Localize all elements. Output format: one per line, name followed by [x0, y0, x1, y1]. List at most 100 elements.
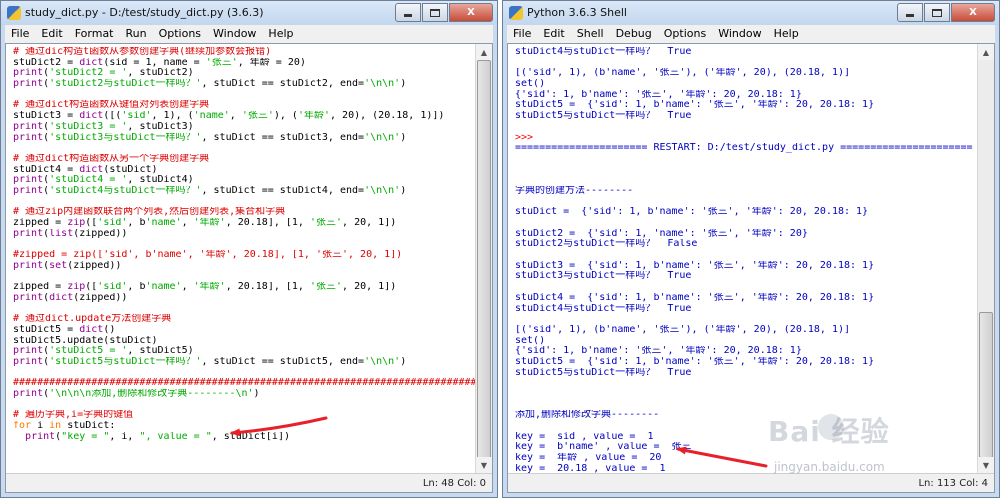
shell-scrollbar[interactable]: ▲ ▼: [977, 44, 994, 473]
code-token: '张三': [309, 282, 343, 293]
maximize-icon: [430, 8, 440, 17]
code-line: print('stuDict3与stuDict一样吗？', stuDict ==…: [13, 133, 475, 144]
shell-output-line: ====================== RESTART: D:/test/…: [515, 143, 973, 154]
code-token: 'sid': [97, 218, 128, 228]
shell-output-line: stuDict = {'sid': 1, b'name': '张三', '年龄'…: [515, 207, 869, 218]
editor-menu-format[interactable]: Format: [69, 25, 120, 43]
shell-prompt: >>>: [515, 132, 534, 143]
code-line: print('stuDict2 = ', stuDict2): [13, 68, 475, 79]
shell-close-button[interactable]: X: [951, 3, 995, 22]
editor-scroll-thumb[interactable]: [477, 60, 491, 460]
code-token: , 20, 1]): [342, 218, 397, 228]
code-token: (zipped)): [73, 292, 128, 303]
editor-menu-options[interactable]: Options: [153, 25, 207, 43]
code-token: stuDict:: [61, 421, 116, 432]
shell-minimize-button[interactable]: [897, 3, 923, 22]
editor-maximize-button[interactable]: [422, 3, 448, 22]
code-token: '\n\n\n添加,删除和修改字典--------\n': [49, 389, 254, 399]
code-token: , stuDict == stuDict5, end=: [201, 356, 365, 367]
scroll-down-arrow-icon[interactable]: ▼: [978, 457, 994, 473]
code-token: '年龄': [193, 218, 226, 228]
shell-menu-file[interactable]: File: [507, 25, 537, 43]
shell-output-line: stuDict3与stuDict一样吗？ True: [515, 271, 692, 282]
code-line: stuDict5.update(stuDict): [13, 336, 475, 347]
code-token: , 20, 1]): [342, 282, 397, 293]
code-line: # 遍历字典,i=字典的键值: [13, 410, 475, 421]
shell-output-line: stuDict2 = {'sid': 1, 'name': '张三', '年龄'…: [515, 228, 808, 239]
code-token: '张三': [241, 111, 274, 122]
code-token: ,: [181, 218, 194, 228]
editor-menu-run[interactable]: Run: [120, 25, 153, 43]
code-token: ,: [181, 282, 194, 293]
editor-minimize-button[interactable]: [395, 3, 421, 22]
code-line: #zipped = zip(['sid', b'name', '年龄', 20.…: [13, 250, 475, 261]
code-token: stuDict4 =: [13, 164, 80, 175]
code-token: (zipped)): [73, 228, 128, 239]
shell-menu-shell[interactable]: Shell: [571, 25, 610, 43]
shell-window[interactable]: Python 3.6.3 Shell X File Edit Shell Debug O…: [502, 0, 1000, 498]
shell-output-line: [515, 389, 977, 400]
editor-statusbar: Ln: 48 Col: 0: [6, 473, 492, 492]
code-token: , 20.18], [1,: [225, 282, 310, 293]
shell-output-line: [515, 165, 977, 176]
code-token: 'sid': [97, 282, 128, 293]
minimize-icon: [404, 14, 412, 17]
shell-menu-options[interactable]: Options: [658, 25, 712, 43]
code-line: print("key = ", i, ", value = ", stuDict…: [13, 432, 475, 443]
editor-menubar: File Edit Format Run Options Window Help: [5, 25, 493, 43]
editor-scrollbar[interactable]: ▲ ▼: [475, 44, 492, 473]
editor-window[interactable]: study_dict.py - D:/test/study_dict.py (3…: [0, 0, 498, 498]
code-token: ", value = ": [139, 431, 212, 442]
code-line: zipped = zip(['sid', b'name', '年龄', 20.1…: [13, 282, 475, 293]
code-token: print: [13, 121, 44, 132]
shell-menu-window[interactable]: Window: [712, 25, 767, 43]
code-token: set: [49, 260, 68, 271]
scroll-up-arrow-icon[interactable]: ▲: [476, 44, 492, 60]
shell-text-area[interactable]: stuDict4与stuDict一样吗？ True [('sid', 1), (b…: [508, 44, 977, 473]
shell-scroll-thumb[interactable]: [979, 312, 993, 458]
shell-titlebar[interactable]: Python 3.6.3 Shell X: [503, 1, 999, 25]
editor-menu-window[interactable]: Window: [207, 25, 262, 43]
code-editor[interactable]: # 通过dic构造t函数从参数创建字典(继续加参数会报错) stuDict2 = …: [6, 44, 475, 442]
shell-output-line: [515, 175, 977, 186]
shell-output-line: {'sid': 1, b'name': '张三', '年龄': 20, 20.1…: [515, 346, 802, 357]
shell-output-line: [515, 378, 977, 389]
editor-titlebar[interactable]: study_dict.py - D:/test/study_dict.py (3…: [1, 1, 497, 25]
code-token: , stuDict3): [127, 121, 194, 132]
shell-menu-edit[interactable]: Edit: [537, 25, 570, 43]
code-token: , 20), (20.18, 1)]): [330, 111, 445, 122]
code-token: 'stuDict3 = ': [49, 121, 128, 132]
editor-text-area[interactable]: # 通过dic构造t函数从参数创建字典(继续加参数会报错) stuDict2 = …: [6, 44, 475, 473]
code-token: ########################################…: [13, 378, 475, 389]
code-token: ): [400, 356, 407, 367]
code-token: ([: [85, 218, 98, 228]
shell-menu-debug[interactable]: Debug: [610, 25, 658, 43]
shell-output[interactable]: stuDict4与stuDict一样吗？ True [('sid', 1), (b…: [508, 44, 977, 473]
editor-title: study_dict.py - D:/test/study_dict.py (3…: [25, 6, 264, 19]
shell-output-line: stuDict3 = {'sid': 1, b'name': '张三', '年龄…: [515, 260, 875, 271]
code-token: in: [49, 421, 62, 432]
code-token: print: [13, 292, 44, 303]
shell-menu-help[interactable]: Help: [768, 25, 805, 43]
code-line: print('stuDict4 = ', stuDict4): [13, 175, 475, 186]
code-token: , b: [127, 282, 146, 293]
code-token: 'stuDict5 = ': [49, 346, 128, 357]
editor-cursor-position: Ln: 48 Col: 0: [422, 478, 486, 489]
editor-menu-file[interactable]: File: [5, 25, 35, 43]
code-token: # 遍历字典,i=字典的键值: [13, 410, 134, 421]
shell-output-line: key = 年龄 , value = 20: [515, 453, 662, 464]
code-token: , stuDict == stuDict2, end=: [201, 79, 365, 90]
code-token: , 20.18], [1,: [225, 218, 310, 228]
code-token: "key = ": [61, 431, 110, 442]
scroll-up-arrow-icon[interactable]: ▲: [978, 44, 994, 60]
editor-close-button[interactable]: X: [449, 3, 493, 22]
shell-output-line: key = 20.18 , value = 1: [515, 463, 666, 473]
code-token: ,: [229, 111, 242, 122]
editor-menu-help[interactable]: Help: [262, 25, 299, 43]
editor-menu-edit[interactable]: Edit: [35, 25, 68, 43]
shell-menubar: File Edit Shell Debug Options Window Help: [507, 25, 995, 43]
shell-maximize-button[interactable]: [924, 3, 950, 22]
shell-output-line: set(): [515, 79, 546, 90]
scroll-down-arrow-icon[interactable]: ▼: [476, 457, 492, 473]
code-token: # 通过zip内建函数联合两个列表,然后创建列表,集合和字典: [13, 207, 286, 218]
